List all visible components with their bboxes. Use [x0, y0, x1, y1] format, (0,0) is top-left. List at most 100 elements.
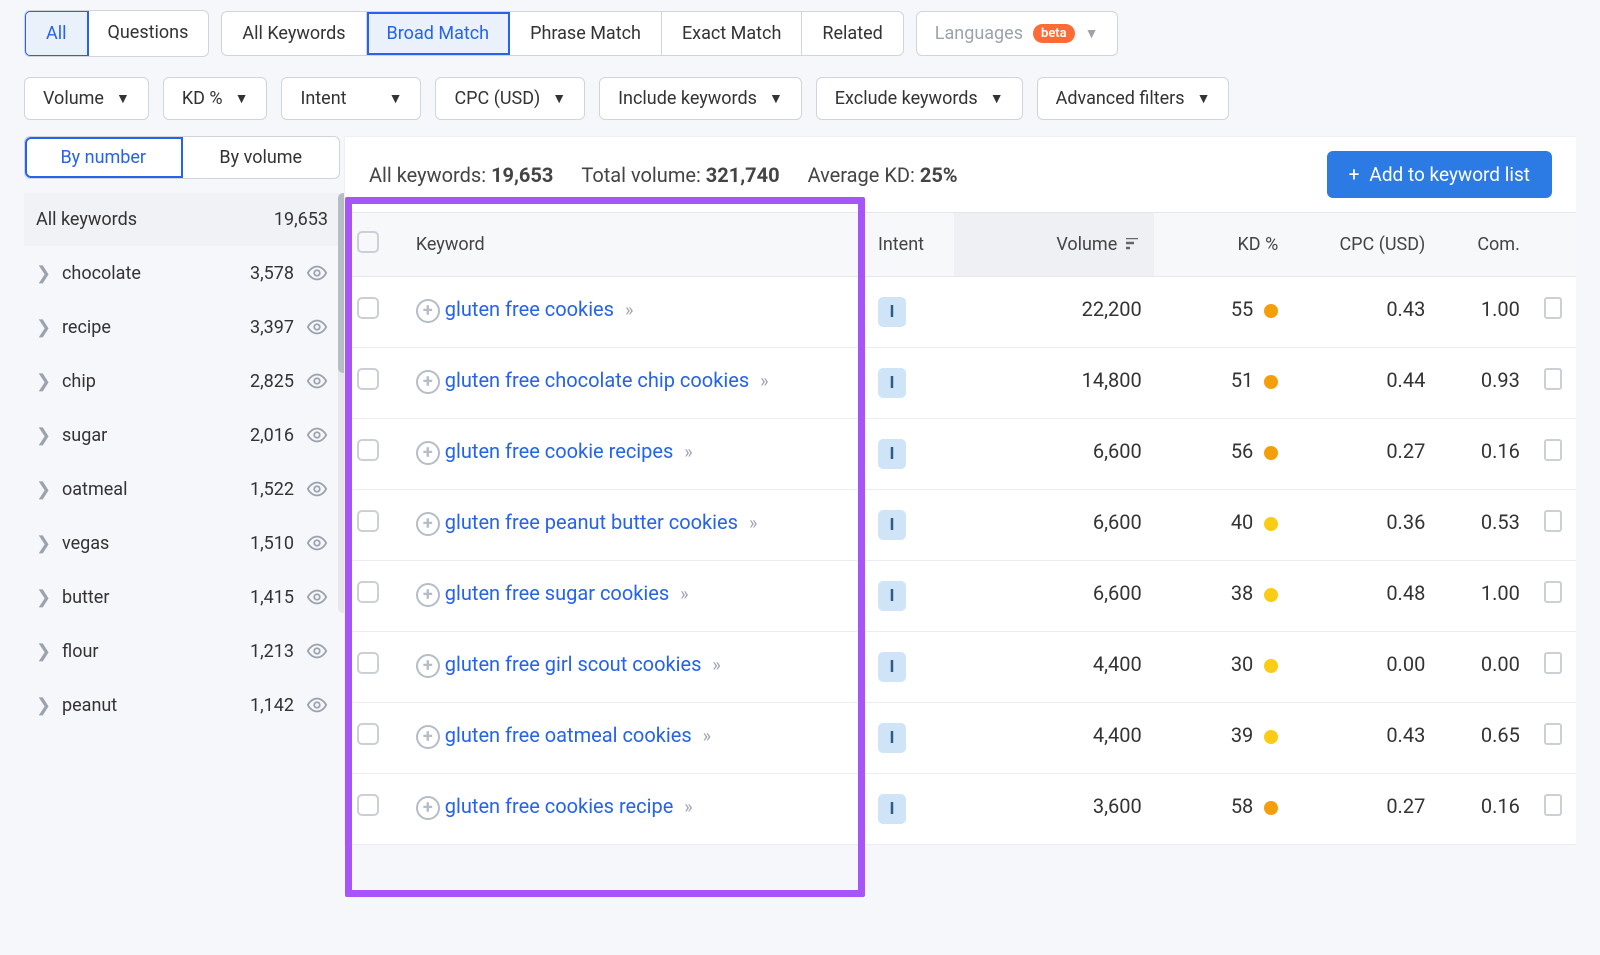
- select-all-checkbox[interactable]: [357, 231, 379, 253]
- sidebar-item-peanut[interactable]: ❯ peanut 1,142: [24, 678, 340, 732]
- expand-icon[interactable]: +: [416, 725, 440, 749]
- col-kd[interactable]: KD %: [1154, 213, 1291, 277]
- sidebar-item-count: 1,510: [238, 533, 294, 554]
- sidebar-item-sugar[interactable]: ❯ sugar 2,016: [24, 408, 340, 462]
- row-checkbox[interactable]: [357, 439, 379, 461]
- filter-cpc[interactable]: CPC (USD)▼: [435, 77, 585, 120]
- filter-intent[interactable]: Intent▼: [281, 77, 421, 120]
- col-keyword[interactable]: Keyword: [404, 213, 866, 277]
- sidebar-item-butter[interactable]: ❯ butter 1,415: [24, 570, 340, 624]
- expand-icon[interactable]: +: [416, 583, 440, 607]
- sidebar-item-term: flour: [62, 641, 226, 662]
- tab-phrase-match[interactable]: Phrase Match: [510, 12, 662, 55]
- add-to-keyword-list-button[interactable]: + Add to keyword list: [1327, 151, 1552, 198]
- row-checkbox[interactable]: [357, 297, 379, 319]
- serp-icon[interactable]: [1544, 652, 1562, 674]
- chevrons-icon[interactable]: »: [712, 655, 716, 676]
- eye-icon[interactable]: [306, 694, 328, 716]
- keyword-link[interactable]: gluten free peanut butter cookies: [445, 510, 738, 534]
- keyword-link[interactable]: gluten free cookies: [445, 297, 614, 321]
- chevrons-icon[interactable]: »: [684, 442, 688, 463]
- chevrons-icon[interactable]: »: [680, 584, 684, 605]
- toggle-by-volume[interactable]: By volume: [183, 137, 340, 178]
- col-volume[interactable]: Volume: [954, 213, 1154, 277]
- sidebar-item-flour[interactable]: ❯ flour 1,213: [24, 624, 340, 678]
- filter-kd[interactable]: KD %▼: [163, 77, 268, 120]
- keyword-link[interactable]: gluten free oatmeal cookies: [445, 723, 692, 747]
- cell-kd: 30: [1154, 632, 1291, 703]
- expand-icon[interactable]: +: [416, 299, 440, 323]
- keyword-link[interactable]: gluten free sugar cookies: [445, 581, 669, 605]
- eye-icon[interactable]: [306, 424, 328, 446]
- kd-difficulty-dot: [1264, 446, 1278, 460]
- row-checkbox[interactable]: [357, 581, 379, 603]
- row-checkbox[interactable]: [357, 510, 379, 532]
- filter-label: Advanced filters: [1056, 88, 1185, 109]
- toggle-by-number[interactable]: By number: [25, 137, 183, 178]
- filter-volume[interactable]: Volume▼: [24, 77, 149, 120]
- sidebar-item-vegas[interactable]: ❯ vegas 1,510: [24, 516, 340, 570]
- serp-icon[interactable]: [1544, 439, 1562, 461]
- serp-icon[interactable]: [1544, 581, 1562, 603]
- serp-icon[interactable]: [1544, 368, 1562, 390]
- sidebar-item-count: 1,142: [238, 695, 294, 716]
- keyword-link[interactable]: gluten free cookie recipes: [445, 439, 674, 463]
- filter-label: Exclude keywords: [835, 88, 978, 109]
- chevrons-icon[interactable]: »: [703, 726, 707, 747]
- stat-value: 321,740: [706, 163, 780, 187]
- expand-icon[interactable]: +: [416, 370, 440, 394]
- eye-icon[interactable]: [306, 370, 328, 392]
- filter-include[interactable]: Include keywords▼: [599, 77, 802, 120]
- chevrons-icon[interactable]: »: [625, 300, 629, 321]
- tab-questions[interactable]: Questions: [88, 11, 209, 56]
- eye-icon[interactable]: [306, 640, 328, 662]
- serp-icon[interactable]: [1544, 723, 1562, 745]
- tab-all-keywords[interactable]: All Keywords: [222, 12, 366, 55]
- filter-advanced[interactable]: Advanced filters▼: [1037, 77, 1230, 120]
- eye-icon[interactable]: [306, 262, 328, 284]
- eye-icon[interactable]: [306, 586, 328, 608]
- tab-group-match: All Keywords Broad Match Phrase Match Ex…: [221, 11, 903, 56]
- sidebar-item-recipe[interactable]: ❯ recipe 3,397: [24, 300, 340, 354]
- serp-icon[interactable]: [1544, 794, 1562, 816]
- tab-exact-match[interactable]: Exact Match: [662, 12, 802, 55]
- sidebar-item-chip[interactable]: ❯ chip 2,825: [24, 354, 340, 408]
- col-com[interactable]: Com.: [1437, 213, 1532, 277]
- serp-icon[interactable]: [1544, 297, 1562, 319]
- chevron-right-icon: ❯: [36, 479, 50, 500]
- cell-kd: 39: [1154, 703, 1291, 774]
- stat-label: All keywords:: [369, 163, 486, 187]
- eye-icon[interactable]: [306, 532, 328, 554]
- row-checkbox[interactable]: [357, 652, 379, 674]
- sidebar-item-count: 2,016: [238, 425, 294, 446]
- chevrons-icon[interactable]: »: [684, 797, 688, 818]
- filter-exclude[interactable]: Exclude keywords▼: [816, 77, 1023, 120]
- keyword-link[interactable]: gluten free chocolate chip cookies: [445, 368, 749, 392]
- expand-icon[interactable]: +: [416, 796, 440, 820]
- row-checkbox[interactable]: [357, 794, 379, 816]
- row-checkbox[interactable]: [357, 723, 379, 745]
- keyword-link[interactable]: gluten free girl scout cookies: [445, 652, 702, 676]
- chevrons-icon[interactable]: »: [749, 513, 753, 534]
- expand-icon[interactable]: +: [416, 654, 440, 678]
- keyword-link[interactable]: gluten free cookies recipe: [445, 794, 674, 818]
- chevrons-icon[interactable]: »: [760, 371, 764, 392]
- languages-dropdown[interactable]: Languages beta ▼: [916, 11, 1118, 56]
- col-cpc[interactable]: CPC (USD): [1290, 213, 1437, 277]
- cell-com: 0.16: [1437, 774, 1532, 845]
- tab-related[interactable]: Related: [802, 12, 902, 55]
- tab-broad-match[interactable]: Broad Match: [367, 12, 511, 55]
- chevron-down-icon: ▼: [116, 90, 130, 107]
- tab-all[interactable]: All: [24, 10, 89, 57]
- row-checkbox[interactable]: [357, 368, 379, 390]
- sidebar-header[interactable]: All keywords 19,653: [24, 193, 340, 246]
- sidebar-item-chocolate[interactable]: ❯ chocolate 3,578: [24, 246, 340, 300]
- col-intent[interactable]: Intent: [866, 213, 954, 277]
- sidebar-list: All keywords 19,653 ❯ chocolate 3,578 ❯ …: [24, 193, 340, 732]
- expand-icon[interactable]: +: [416, 441, 440, 465]
- eye-icon[interactable]: [306, 316, 328, 338]
- expand-icon[interactable]: +: [416, 512, 440, 536]
- serp-icon[interactable]: [1544, 510, 1562, 532]
- sidebar-item-oatmeal[interactable]: ❯ oatmeal 1,522: [24, 462, 340, 516]
- eye-icon[interactable]: [306, 478, 328, 500]
